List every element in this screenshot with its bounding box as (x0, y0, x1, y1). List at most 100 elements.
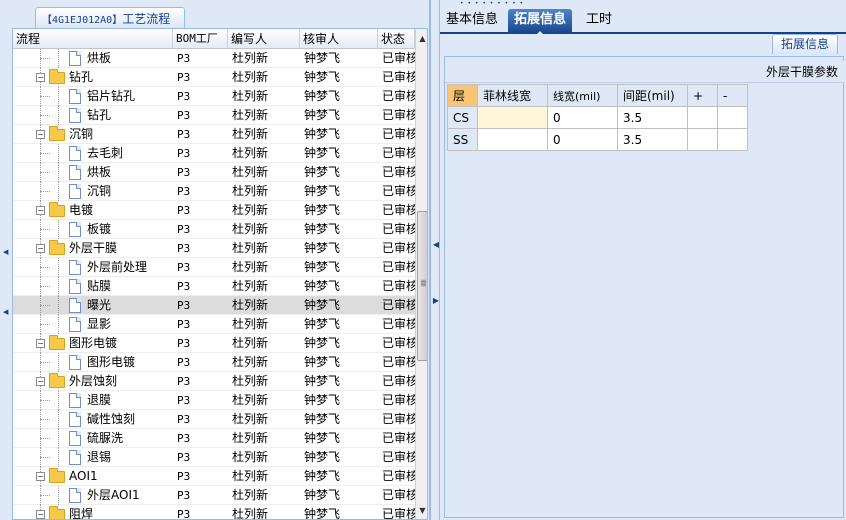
writer-cell: 杜列新 (232, 89, 269, 103)
column-header-bom-factory[interactable]: BOM工厂 (173, 29, 228, 49)
left-collapse-bar[interactable]: ◀ ◀ (0, 30, 11, 520)
tree-row[interactable]: 烘板 P3 杜列新 钟梦飞 已审核 (13, 163, 415, 182)
document-icon (69, 184, 81, 199)
tree-node-label: 外层AOI1 (87, 488, 140, 502)
tree-row[interactable]: − 电镀 P3 杜列新 钟梦飞 已审核 (13, 201, 415, 220)
collapse-toggle-icon[interactable]: − (36, 73, 45, 82)
tree-row[interactable]: 外层前处理 P3 杜列新 钟梦飞 已审核 (13, 258, 415, 277)
column-header-flow[interactable]: 流程 (13, 29, 173, 49)
reviewer-cell: 钟梦飞 (304, 317, 341, 331)
folder-icon (49, 201, 65, 217)
bom-factory-cell: P3 (177, 508, 191, 520)
collapse-toggle-icon[interactable]: − (36, 244, 45, 253)
column-header-status[interactable]: 状态 (378, 29, 415, 49)
scroll-down-icon[interactable]: ▼ (416, 504, 427, 517)
collapse-arrow-icon[interactable]: ◀ (3, 249, 8, 256)
writer-cell: 杜列新 (232, 260, 269, 274)
column-header-reviewer[interactable]: 核审人 (300, 29, 378, 49)
collapse-toggle-icon[interactable]: − (36, 377, 45, 386)
empty-cell (687, 106, 718, 129)
collapse-left-icon[interactable]: ◀ (432, 240, 440, 249)
writer-cell: 杜列新 (232, 469, 269, 483)
tree-row[interactable]: 退膜 P3 杜列新 钟梦飞 已审核 (13, 391, 415, 410)
tree-row[interactable]: − 外层干膜 P3 杜列新 钟梦飞 已审核 (13, 239, 415, 258)
collapse-toggle-icon[interactable]: − (36, 206, 45, 215)
remove-column-button[interactable]: - (717, 84, 748, 107)
tree-node-label: 曝光 (87, 298, 112, 312)
tree-row[interactable]: 曝光 P3 杜列新 钟梦飞 已审核 (13, 296, 415, 315)
tree-row[interactable]: 外层AOI1 P3 杜列新 钟梦飞 已审核 (13, 486, 415, 505)
reviewer-cell: 钟梦飞 (304, 431, 341, 445)
spacing-cell[interactable]: 3.5 (617, 106, 688, 129)
tree-row[interactable]: − 沉铜 P3 杜列新 钟梦飞 已审核 (13, 125, 415, 144)
tree-row[interactable]: 硫脲洗 P3 杜列新 钟梦飞 已审核 (13, 429, 415, 448)
document-icon (69, 393, 81, 408)
collapse-toggle-icon[interactable]: − (36, 130, 45, 139)
tree-node-label: 烘板 (87, 165, 112, 179)
tree-row[interactable]: 钻孔 P3 杜列新 钟梦飞 已审核 (13, 106, 415, 125)
tree-row[interactable]: 退锡 P3 杜列新 钟梦飞 已审核 (13, 448, 415, 467)
document-icon (69, 260, 81, 275)
tree-row[interactable]: − 外层蚀刻 P3 杜列新 钟梦飞 已审核 (13, 372, 415, 391)
panel-title: 工艺流程 (122, 12, 171, 26)
bom-factory-cell: P3 (177, 451, 191, 464)
tree-row[interactable]: 去毛刺 P3 杜列新 钟梦飞 已审核 (13, 144, 415, 163)
tree-row[interactable]: − 阻焊 P3 杜列新 钟梦飞 已审核 (13, 505, 415, 520)
tree-row[interactable]: 铝片钻孔 P3 杜列新 钟梦飞 已审核 (13, 87, 415, 106)
status-cell: 已审核 (382, 127, 415, 141)
reviewer-cell: 钟梦飞 (304, 488, 341, 502)
scroll-up-icon[interactable]: ▲ (416, 32, 427, 45)
tree-row[interactable]: − AOI1 P3 杜列新 钟梦飞 已审核 (13, 467, 415, 486)
sub-tab-extended-info[interactable]: 拓展信息 (772, 34, 838, 54)
tree-node-label: 电镀 (69, 203, 94, 217)
tree-row[interactable]: 图形电镀 P3 杜列新 钟梦飞 已审核 (13, 353, 415, 372)
status-cell: 已审核 (382, 412, 415, 426)
tab-basic-info[interactable]: 基本信息 (440, 9, 504, 34)
collapse-toggle-icon[interactable]: − (36, 472, 45, 481)
linewidth-cell[interactable]: 0 (547, 106, 618, 129)
vertical-scrollbar[interactable]: ▲ ≡ ≡ ▼ (415, 29, 427, 519)
reviewer-cell: 钟梦飞 (304, 241, 341, 255)
film-linewidth-cell[interactable] (477, 106, 548, 129)
flow-cell: − 电镀 (13, 201, 173, 220)
document-icon (69, 317, 81, 332)
film-linewidth-cell[interactable] (477, 128, 548, 151)
document-icon (69, 412, 81, 427)
status-cell: 已审核 (382, 260, 415, 274)
linewidth-cell[interactable]: 0 (547, 128, 618, 151)
column-header-writer[interactable]: 编写人 (228, 29, 300, 49)
collapse-toggle-icon[interactable]: − (36, 510, 45, 519)
tree-guide-line (58, 258, 59, 277)
tree-guide-line (40, 153, 50, 154)
folder-icon (49, 372, 65, 388)
tree-guide-line (40, 457, 50, 458)
header-film-linewidth: 菲林线宽 (477, 84, 548, 107)
tree-row[interactable]: 板镀 P3 杜列新 钟梦飞 已审核 (13, 220, 415, 239)
tree-row[interactable]: 沉铜 P3 杜列新 钟梦飞 已审核 (13, 182, 415, 201)
writer-cell: 杜列新 (232, 488, 269, 502)
scrollbar-thumb[interactable]: ≡ ≡ (417, 211, 427, 361)
writer-cell: 杜列新 (232, 222, 269, 236)
reviewer-cell: 钟梦飞 (304, 146, 341, 160)
pane-splitter[interactable]: ◀ ▶ (430, 0, 440, 520)
tab-work-hours[interactable]: 工时 (580, 9, 618, 34)
collapse-toggle-icon[interactable]: − (36, 339, 45, 348)
collapse-arrow-icon[interactable]: ◀ (3, 309, 8, 316)
tree-row[interactable]: − 图形电镀 P3 杜列新 钟梦飞 已审核 (13, 334, 415, 353)
add-column-button[interactable]: + (687, 84, 718, 107)
tree-row[interactable]: − 钻孔 P3 杜列新 钟梦飞 已审核 (13, 68, 415, 87)
writer-cell: 杜列新 (232, 203, 269, 217)
tree-row[interactable]: 碱性蚀刻 P3 杜列新 钟梦飞 已审核 (13, 410, 415, 429)
status-cell: 已审核 (382, 146, 415, 160)
tree-row[interactable]: 贴膜 P3 杜列新 钟梦飞 已审核 (13, 277, 415, 296)
spacing-cell[interactable]: 3.5 (617, 128, 688, 151)
reviewer-cell: 钟梦飞 (304, 127, 341, 141)
tab-extended-info[interactable]: 拓展信息 (508, 9, 573, 36)
process-flow-title-tab[interactable]: 【4G1EJ012A0】工艺流程 (35, 7, 185, 28)
tree-guide-line (58, 429, 59, 448)
tree-row[interactable]: 烘板 P3 杜列新 钟梦飞 已审核 (13, 49, 415, 68)
parameter-table: 层 菲林线宽 线宽(mil) 间距(mil) + - CS 0 3.5 SS 0… (447, 84, 748, 151)
expand-right-icon[interactable]: ▶ (432, 296, 440, 305)
tree-row[interactable]: 显影 P3 杜列新 钟梦飞 已审核 (13, 315, 415, 334)
tree-guide-line (40, 267, 50, 268)
